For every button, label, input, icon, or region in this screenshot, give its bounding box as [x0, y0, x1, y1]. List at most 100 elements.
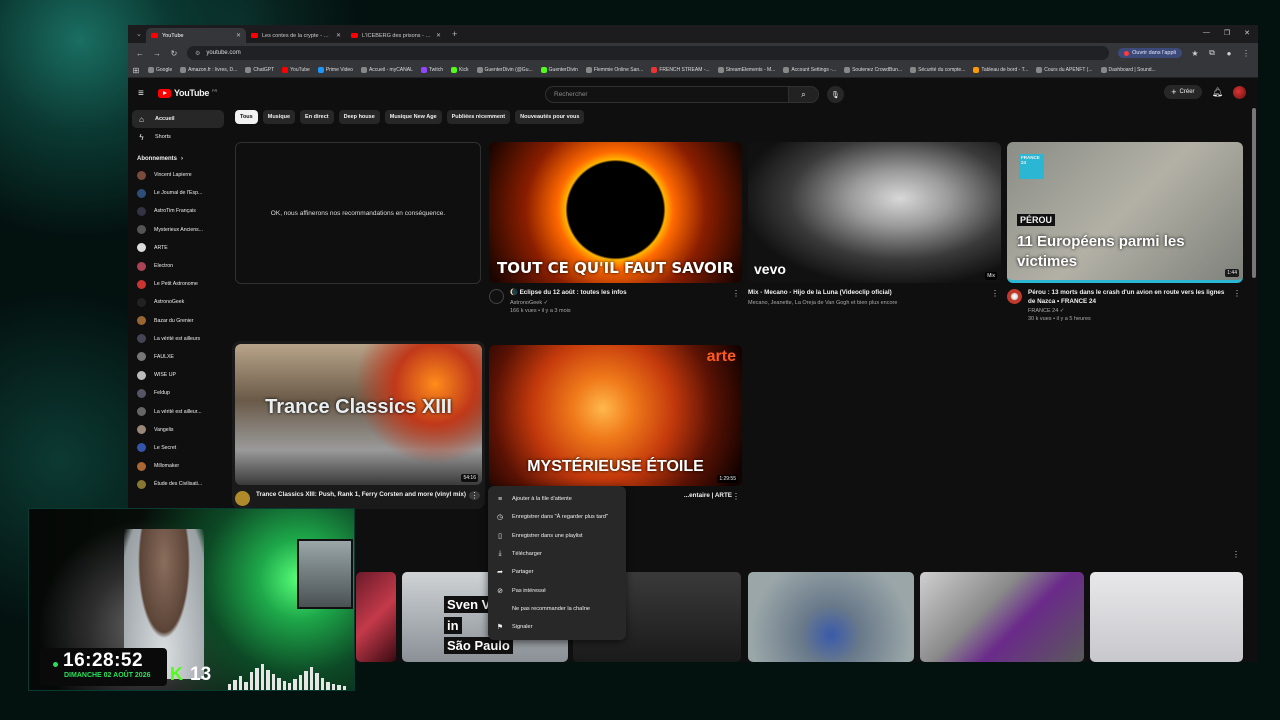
- bookmark-item[interactable]: Kick: [451, 67, 469, 73]
- sidebar-subscription-item[interactable]: Mysterieux Anciens...: [132, 221, 224, 239]
- bookmark-item[interactable]: YouTube: [282, 67, 310, 73]
- bookmark-item[interactable]: Dashboard | Sound...: [1100, 67, 1156, 73]
- bookmark-item[interactable]: FRENCH STREAM -...: [651, 67, 710, 73]
- video-thumbnail[interactable]: Trance Classics XIII 54:16: [235, 344, 482, 485]
- bookmark-item[interactable]: Soutenez CrowdBun...: [844, 67, 902, 73]
- channel-name[interactable]: Mecano, Jeanette, La Oreja de Van Gogh e…: [748, 300, 902, 306]
- context-menu-item[interactable]: ▯ Enregistrer dans une playlist: [488, 527, 626, 545]
- menu-dots-icon[interactable]: ⋮: [1242, 49, 1250, 58]
- filter-chip[interactable]: Musique: [262, 110, 296, 124]
- sidebar-subscription-item[interactable]: La vérité est ailleur...: [132, 402, 224, 420]
- more-options-icon[interactable]: ⋮: [991, 289, 999, 298]
- bookmark-item[interactable]: Accueil - myCANAL: [360, 67, 413, 73]
- filter-chip[interactable]: Publiées récemment: [446, 110, 511, 124]
- short-thumbnail[interactable]: [1090, 572, 1243, 662]
- short-thumbnail[interactable]: [920, 572, 1084, 662]
- tab-contes-crypte[interactable]: Les contes de la crypte - YouTube ✕: [246, 28, 346, 43]
- close-tab-icon[interactable]: ✕: [236, 32, 241, 39]
- more-options-icon[interactable]: ⋮: [469, 491, 480, 500]
- context-menu-item[interactable]: Ne pas recommander la chaîne: [488, 600, 626, 618]
- short-thumbnail[interactable]: [356, 572, 396, 662]
- address-bar[interactable]: ⚙ youtube.com: [187, 46, 1110, 60]
- channel-avatar[interactable]: [1007, 289, 1022, 304]
- new-tab-button[interactable]: +: [446, 29, 463, 39]
- sidebar-subscription-item[interactable]: Vincent Lapierre: [132, 166, 224, 184]
- tab-youtube[interactable]: YouTube ✕: [146, 28, 246, 43]
- extensions-icon[interactable]: ⧉: [1208, 48, 1216, 58]
- video-card[interactable]: vevo Mix Mix - Mecano - Hijo de la Luna …: [748, 142, 1001, 306]
- reload-icon[interactable]: ↻: [170, 49, 178, 58]
- subscriptions-heading[interactable]: Abonnements ›: [132, 146, 224, 166]
- context-menu-item[interactable]: ⚑ Signaler: [488, 618, 626, 636]
- sidebar-subscription-item[interactable]: Vangelis: [132, 421, 224, 439]
- sidebar-subscription-item[interactable]: FAULXE: [132, 348, 224, 366]
- bookmark-item[interactable]: Sécurité du compte...: [910, 67, 965, 73]
- context-menu-item[interactable]: ≡ Ajouter à la file d'attente: [488, 490, 626, 508]
- video-card[interactable]: arte MYSTÉRIEUSE ÉTOILE 1:29:55 ...entai…: [489, 345, 742, 501]
- video-card[interactable]: TOUT CE QU'IL FAUT SAVOIR 🌘 Eclipse du 1…: [489, 142, 742, 314]
- tab-iceberg-prisons[interactable]: L'ICEBERG des prisons - YouTube ✕: [346, 28, 446, 43]
- video-card-hovered[interactable]: Trance Classics XIII 54:16 Trance Classi…: [232, 341, 485, 509]
- filter-chip[interactable]: En direct: [300, 110, 334, 124]
- short-thumbnail[interactable]: [748, 572, 914, 662]
- filter-chip[interactable]: Nouveautés pour vous: [515, 110, 585, 124]
- context-menu-item[interactable]: ⤓ Télécharger: [488, 545, 626, 563]
- bookmark-star-icon[interactable]: ★: [1191, 49, 1199, 58]
- channel-name[interactable]: FRANCE 24 ✓: [1028, 308, 1243, 314]
- bookmark-item[interactable]: Flemmie Online San...: [585, 67, 643, 73]
- sidebar-subscription-item[interactable]: ARTE: [132, 239, 224, 257]
- context-menu-item[interactable]: ⊘ Pas intéressé: [488, 581, 626, 599]
- close-tab-icon[interactable]: ✕: [436, 32, 441, 39]
- video-thumbnail[interactable]: vevo Mix: [748, 142, 1001, 283]
- sidebar-subscription-item[interactable]: Le Petit Astronome: [132, 275, 224, 293]
- bookmark-item[interactable]: Prime Video: [317, 67, 353, 73]
- apps-grid-icon[interactable]: ⊞: [132, 66, 140, 75]
- profile-icon[interactable]: ●: [1225, 49, 1233, 58]
- video-thumbnail[interactable]: arte MYSTÉRIEUSE ÉTOILE 1:29:55: [489, 345, 742, 486]
- sidebar-subscription-item[interactable]: La vérité est ailleurs: [132, 330, 224, 348]
- search-button[interactable]: ⌕: [789, 86, 819, 103]
- tab-search-icon[interactable]: ⌄: [136, 30, 146, 38]
- bookmark-item[interactable]: StreamElements - M...: [717, 67, 775, 73]
- open-in-app-button[interactable]: Ouvrir dans l'appli: [1118, 48, 1182, 58]
- filter-chip[interactable]: Tous: [235, 110, 258, 124]
- sidebar-subscription-item[interactable]: Étude des Civilisati...: [132, 475, 224, 493]
- voice-search-button[interactable]: 🎙: [827, 86, 844, 103]
- sidebar-subscription-item[interactable]: Le Journal de l'Esp...: [132, 184, 224, 202]
- sidebar-subscription-item[interactable]: Feldup: [132, 384, 224, 402]
- sidebar-subscription-item[interactable]: Millomaker: [132, 457, 224, 475]
- sidebar-subscription-item[interactable]: Electron: [132, 257, 224, 275]
- close-window-icon[interactable]: ✕: [1244, 29, 1250, 37]
- filter-chip[interactable]: Deep house: [338, 110, 380, 124]
- bookmark-item[interactable]: Twitch: [420, 67, 443, 73]
- create-button[interactable]: + Créer: [1164, 85, 1202, 99]
- video-title[interactable]: Pérou : 13 morts dans le crash d'un avio…: [1028, 289, 1243, 306]
- sidebar-item-shorts[interactable]: ϟ Shorts: [132, 128, 224, 146]
- bookmark-item[interactable]: ChatGPT: [245, 67, 274, 73]
- more-options-icon[interactable]: ⋮: [1233, 289, 1241, 298]
- account-avatar[interactable]: [1233, 85, 1246, 99]
- bookmark-item[interactable]: Cours du APENFT (...: [1036, 67, 1093, 73]
- hamburger-menu-icon[interactable]: ≡: [138, 88, 152, 99]
- context-menu-item[interactable]: ➦ Partager: [488, 563, 626, 581]
- sidebar-subscription-item[interactable]: Le Secret: [132, 439, 224, 457]
- close-tab-icon[interactable]: ✕: [336, 32, 341, 39]
- filter-chip[interactable]: Musique New Age: [384, 110, 442, 124]
- sidebar-subscription-item[interactable]: Bazar du Grenier: [132, 312, 224, 330]
- context-menu-item[interactable]: ◷ Enregistrer dans "À regarder plus tard": [488, 508, 626, 526]
- notifications-bell-icon[interactable]: 🔔︎: [1212, 87, 1223, 98]
- video-title[interactable]: 🌘 Eclipse du 12 août : toutes les infos: [510, 289, 637, 298]
- channel-name[interactable]: AstronoGeek ✓: [510, 300, 637, 306]
- forward-icon[interactable]: →: [153, 49, 161, 58]
- restore-icon[interactable]: ❐: [1224, 29, 1230, 37]
- more-options-icon[interactable]: ⋮: [732, 289, 740, 298]
- sidebar-subscription-item[interactable]: AstroTim Français: [132, 202, 224, 220]
- channel-avatar[interactable]: [235, 491, 250, 506]
- bookmark-item[interactable]: GuenterDivin (@Gu...: [476, 67, 533, 73]
- video-thumbnail[interactable]: TOUT CE QU'IL FAUT SAVOIR: [489, 142, 742, 283]
- bookmark-item[interactable]: Account Settings -...: [783, 67, 836, 73]
- bookmark-item[interactable]: Amazon.fr : livres, D...: [180, 67, 237, 73]
- page-scrollbar[interactable]: [1252, 108, 1256, 278]
- sidebar-item-home[interactable]: ⌂ Accueil: [132, 110, 224, 128]
- bookmark-item[interactable]: Google: [148, 67, 172, 73]
